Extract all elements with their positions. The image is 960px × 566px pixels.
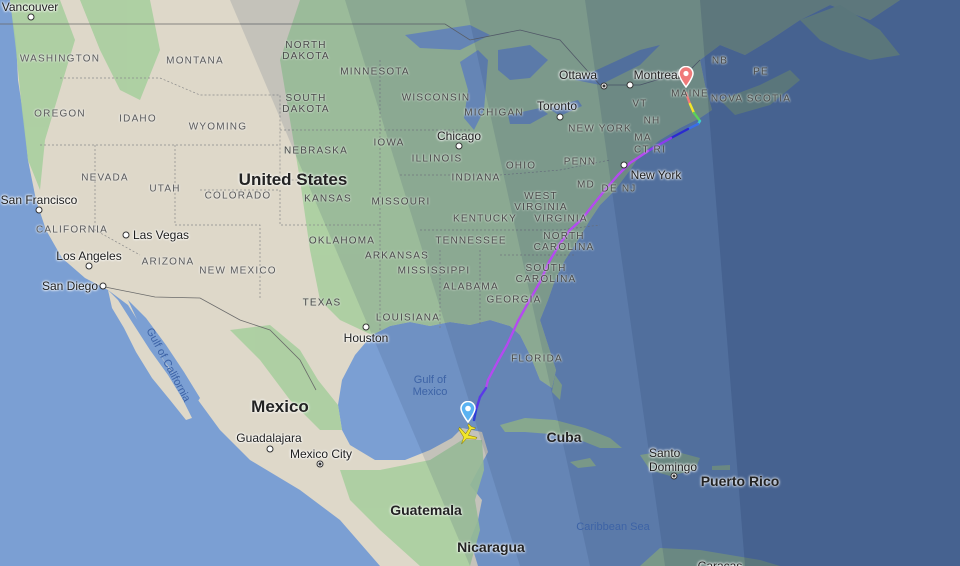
city-label: Guadalajara (236, 431, 302, 445)
country-label: Cuba (546, 429, 582, 445)
region-label: MD (577, 179, 595, 191)
city-label: Los Angeles (56, 249, 122, 263)
city-label: Houston (343, 331, 389, 345)
aircraft[interactable] (454, 422, 480, 453)
region-label: NORTH DAKOTA (282, 40, 330, 62)
city-label: Vancouver (1, 0, 59, 14)
map-pin-icon (678, 65, 694, 89)
region-label: MONTANA (166, 55, 224, 67)
city-label: San Diego (41, 279, 99, 293)
region-label: DE NJ (601, 183, 637, 195)
water-body-label: Gulf of Mexico (412, 374, 448, 398)
region-label: ALABAMA (443, 281, 499, 293)
region-label: MISSISSIPPI (397, 265, 471, 277)
region-label: MINNESOTA (340, 66, 410, 78)
region-label: NORTH CAROLINA (533, 231, 595, 253)
region-label: NEBRASKA (283, 145, 349, 157)
region-label: CT RI (634, 144, 666, 156)
region-label: WASHINGTON (19, 53, 101, 65)
region-label: ARKANSAS (364, 250, 430, 262)
region-label: COLORADO (204, 190, 272, 202)
region-label: SOUTH CAROLINA (515, 263, 577, 285)
region-label: KENTUCKY (452, 213, 518, 225)
city-label: New York (630, 168, 682, 182)
region-label: CALIFORNIA (35, 224, 109, 236)
region-label: MISSOURI (371, 196, 431, 208)
city-label: Mexico City (289, 447, 353, 461)
region-label: OREGON (34, 108, 86, 120)
region-label: VIRGINIA (534, 213, 588, 225)
country-label: Mexico (251, 397, 309, 416)
region-label: OKLAHOMA (308, 235, 376, 247)
region-label: WISCONSIN (401, 92, 471, 104)
region-label: PENN (563, 156, 597, 168)
capital-city-marker (600, 82, 608, 90)
city-label: Caracas (697, 559, 743, 566)
region-label: MA (634, 132, 652, 144)
region-label: TENNESSEE (435, 235, 507, 247)
country-label: Nicaragua (457, 539, 525, 555)
region-label: NH (643, 115, 661, 127)
region-label: KANSAS (304, 193, 352, 205)
region-label: SOUTH DAKOTA (282, 93, 330, 115)
airplane-icon (458, 423, 478, 445)
region-label: NEW MEXICO (199, 265, 277, 277)
region-label: INDIANA (451, 172, 501, 184)
city-marker (626, 81, 634, 89)
city-label: Las Vegas (132, 228, 190, 242)
region-label: ARIZONA (141, 256, 195, 268)
region-label: TEXAS (302, 297, 342, 309)
city-marker (556, 113, 564, 121)
region-label: FLORIDA (511, 353, 563, 365)
region-label: PE (753, 66, 769, 78)
capital-city-marker (316, 460, 324, 468)
region-label: NOVA SCOTIA (710, 93, 792, 105)
region-label: MICHIGAN (464, 107, 524, 119)
origin-marker[interactable] (678, 65, 694, 93)
region-label: VT (632, 98, 648, 110)
region-label: NB (711, 55, 729, 67)
capital-city-marker (670, 472, 678, 480)
city-marker (35, 206, 43, 214)
city-marker (455, 142, 463, 150)
region-label: LOUISIANA (375, 312, 441, 324)
city-label: San Francisco (0, 193, 78, 207)
city-marker (85, 262, 93, 270)
city-marker (266, 445, 274, 453)
region-label: NEW YORK (568, 123, 632, 135)
city-label: Montreal (633, 68, 681, 82)
region-label: IOWA (373, 137, 405, 149)
region-label: UTAH (149, 183, 181, 195)
city-label: Ottawa (558, 68, 598, 82)
country-label: Puerto Rico (700, 473, 780, 489)
region-label: ILLINOIS (411, 153, 463, 165)
region-label: GEORGIA (486, 294, 542, 306)
map-pin-icon (460, 400, 476, 424)
city-marker (122, 231, 130, 239)
region-label: IDAHO (119, 113, 157, 125)
city-marker (27, 13, 35, 21)
region-label: NEVADA (81, 172, 129, 184)
region-label: OHIO (505, 160, 537, 172)
country-label: Guatemala (390, 502, 462, 518)
water-body-label: Caribbean Sea (576, 521, 650, 533)
city-marker (99, 282, 107, 290)
city-label: Santo Domingo (648, 446, 698, 474)
city-label: Chicago (436, 129, 482, 143)
country-label: United States (238, 170, 348, 189)
city-marker (620, 161, 628, 169)
city-marker (362, 323, 370, 331)
city-label: Toronto (536, 99, 578, 113)
region-label: WYOMING (188, 121, 248, 133)
flight-map[interactable]: United States Mexico Cuba Puerto Rico Guatem… (0, 0, 960, 566)
region-label: WEST VIRGINIA (514, 191, 568, 213)
